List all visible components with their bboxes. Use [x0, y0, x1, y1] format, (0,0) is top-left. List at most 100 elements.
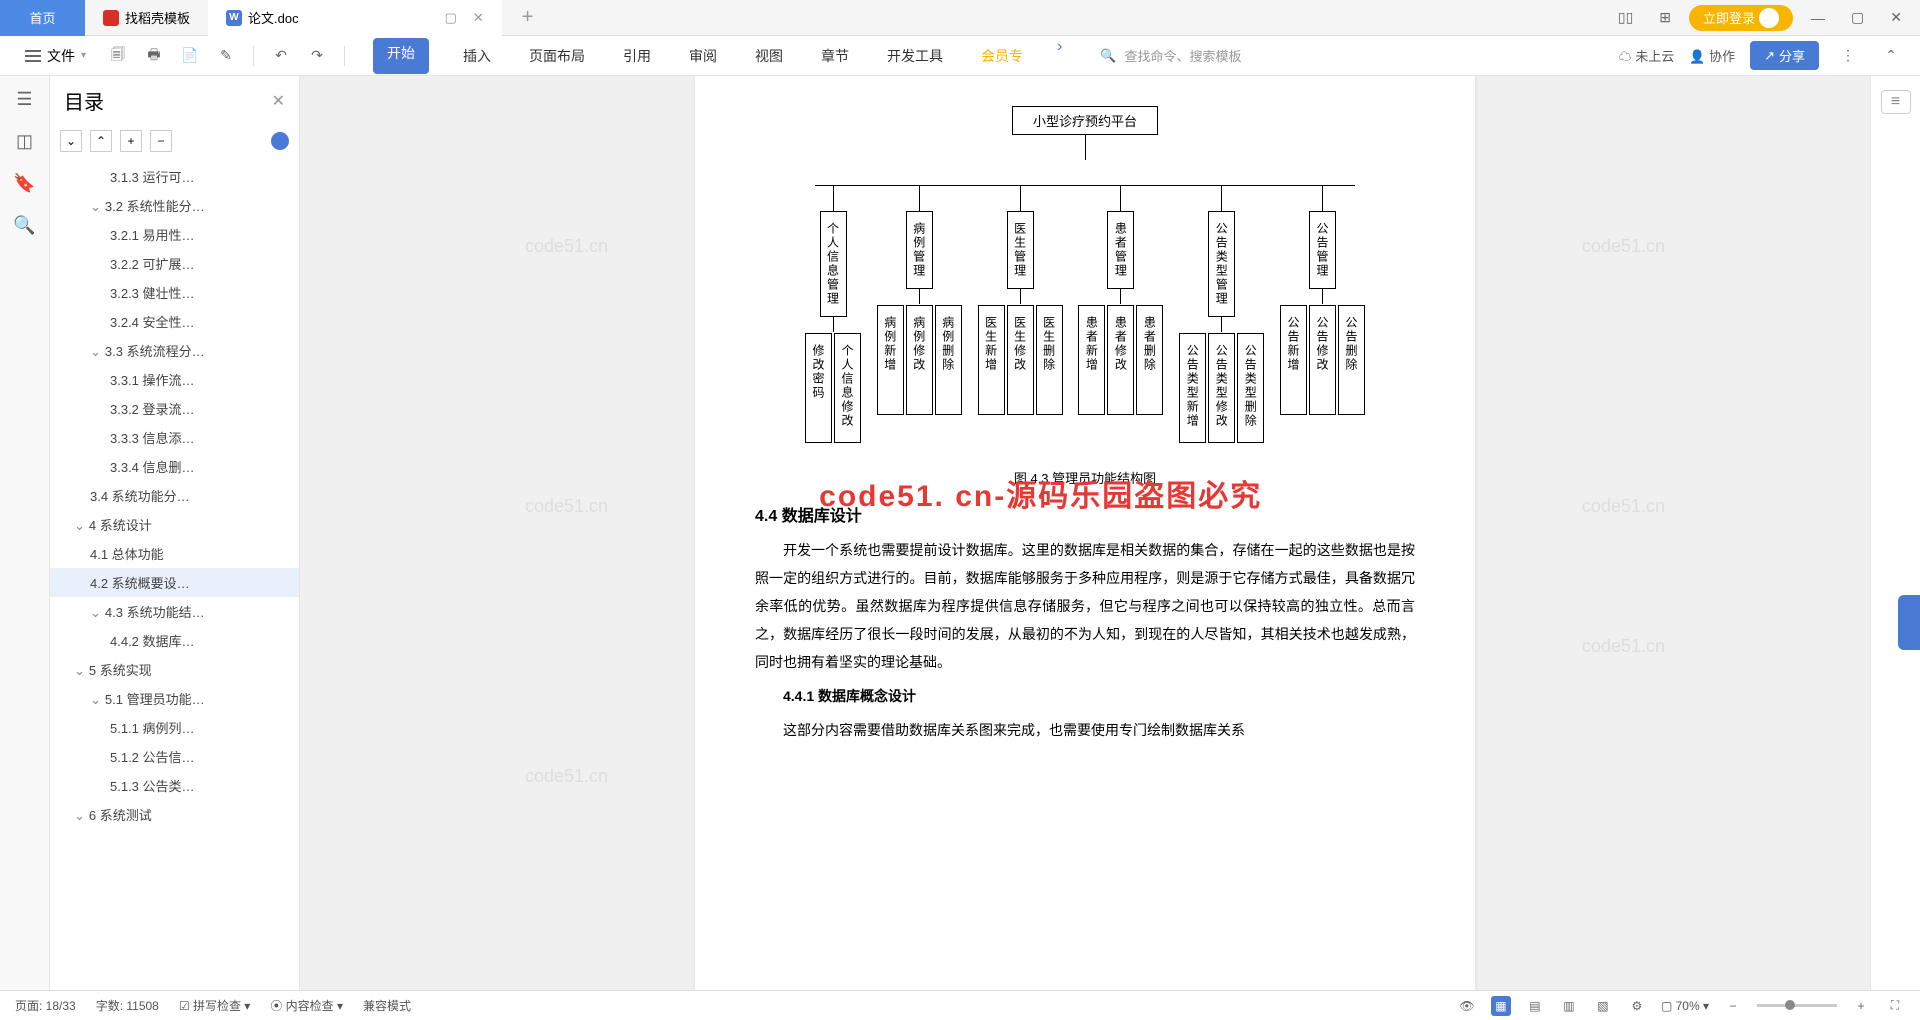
- tab-window-icon[interactable]: ▢: [445, 10, 457, 26]
- format-icon[interactable]: ✎: [212, 42, 240, 70]
- tab-ref[interactable]: 引用: [619, 38, 655, 74]
- compat-mode[interactable]: 兼容模式: [363, 997, 411, 1014]
- toc-item[interactable]: ⌄3.2 系统性能分…: [50, 191, 299, 220]
- undo-button[interactable]: ↶: [267, 42, 295, 70]
- login-button[interactable]: 立即登录: [1689, 5, 1793, 31]
- cloud-icon: ☁: [1619, 49, 1632, 64]
- more-icon[interactable]: ⋮: [1834, 42, 1862, 70]
- document-area[interactable]: 小型诊疗预约平台 个人信息管理修改密码个人信息修改病例管理病例新增病例修改病例删…: [300, 76, 1870, 990]
- tab-dev[interactable]: 开发工具: [883, 38, 947, 74]
- toc-item[interactable]: ⌄5 系统实现: [50, 655, 299, 684]
- toc-item[interactable]: 3.2.1 易用性…: [50, 220, 299, 249]
- sync-indicator[interactable]: [271, 132, 289, 150]
- chevron-right-icon[interactable]: ›: [1057, 38, 1062, 74]
- apps-icon[interactable]: ⊞: [1651, 5, 1679, 30]
- spellcheck-button[interactable]: ☑ 拼写检查 ▾: [179, 997, 250, 1014]
- minimize-button[interactable]: —: [1803, 6, 1833, 30]
- layout-icon[interactable]: ▯▯: [1610, 5, 1641, 30]
- cloud-status[interactable]: ☁ 未上云: [1619, 46, 1675, 65]
- collapse-icon[interactable]: ⌃: [1877, 42, 1905, 70]
- collapse-all-button[interactable]: ⌄: [60, 130, 82, 152]
- right-handle[interactable]: [1898, 595, 1920, 650]
- maximize-button[interactable]: ▢: [1843, 5, 1872, 30]
- save-icon[interactable]: 🗐: [104, 42, 132, 70]
- preview-icon[interactable]: 📄: [176, 42, 204, 70]
- document-page: 小型诊疗预约平台 个人信息管理修改密码个人信息修改病例管理病例新增病例修改病例删…: [695, 76, 1475, 990]
- page-indicator[interactable]: 页面: 18/33: [15, 997, 76, 1014]
- collab-button[interactable]: 👤 协作: [1689, 46, 1735, 65]
- tab-layout[interactable]: 页面布局: [525, 38, 589, 74]
- zoom-level[interactable]: ▢ 70% ▾: [1661, 999, 1709, 1013]
- close-button[interactable]: ✕: [1882, 5, 1910, 30]
- toc-item[interactable]: 4.1 总体功能: [50, 539, 299, 568]
- redo-button[interactable]: ↷: [303, 42, 331, 70]
- toc-item[interactable]: 4.2 系统概要设…: [50, 568, 299, 597]
- home-tab[interactable]: 首页: [0, 0, 85, 36]
- view-outline-icon[interactable]: ▤: [1525, 996, 1545, 1016]
- toc-item[interactable]: ⌄3.3 系统流程分…: [50, 336, 299, 365]
- close-panel-icon[interactable]: ✕: [272, 91, 285, 111]
- zoom-out-button[interactable]: −: [1723, 996, 1743, 1016]
- paragraph: 这部分内容需要借助数据库关系图来完成，也需要使用专门绘制数据库关系: [755, 716, 1415, 744]
- paragraph: 开发一个系统也需要提前设计数据库。这里的数据库是相关数据的集合，存储在一起的这些…: [755, 536, 1415, 676]
- toc-item[interactable]: 3.2.4 安全性…: [50, 307, 299, 336]
- toc-item[interactable]: 4.4.2 数据库…: [50, 626, 299, 655]
- close-icon[interactable]: ✕: [473, 10, 484, 26]
- zoom-slider[interactable]: [1757, 1004, 1837, 1007]
- toc-item[interactable]: 3.3.3 信息添…: [50, 423, 299, 452]
- toc-item[interactable]: 3.3.2 登录流…: [50, 394, 299, 423]
- word-icon: W: [226, 10, 242, 26]
- login-label: 立即登录: [1703, 8, 1755, 27]
- rail-outline-icon[interactable]: ☰: [14, 88, 36, 110]
- fullscreen-icon[interactable]: ⛶: [1885, 996, 1905, 1016]
- toc-item[interactable]: 3.3.1 操作流…: [50, 365, 299, 394]
- search-input[interactable]: 🔍 查找命令、搜索模板: [1100, 46, 1241, 65]
- print-icon[interactable]: 🖶: [140, 42, 168, 70]
- eye-icon[interactable]: 👁: [1457, 996, 1477, 1016]
- toc-item[interactable]: 3.2.3 健壮性…: [50, 278, 299, 307]
- toc-item[interactable]: 5.1.3 公告类…: [50, 771, 299, 800]
- search-icon: 🔍: [1100, 48, 1116, 64]
- toc-item[interactable]: 5.1.2 公告信…: [50, 742, 299, 771]
- rail-search-icon[interactable]: 🔍: [14, 214, 36, 236]
- tab-start[interactable]: 开始: [373, 38, 429, 74]
- share-button[interactable]: ↗ 分享: [1750, 41, 1819, 70]
- toc-item[interactable]: ⌄5.1 管理员功能…: [50, 684, 299, 713]
- diagram-root: 小型诊疗预约平台: [1012, 106, 1158, 135]
- menu-tabs: 开始 插入 页面布局 引用 审阅 视图 章节 开发工具 会员专 ›: [373, 38, 1062, 74]
- toc-item[interactable]: 3.2.2 可扩展…: [50, 249, 299, 278]
- toc-item[interactable]: ⌄6 系统测试: [50, 800, 299, 829]
- settings-icon[interactable]: ⚙: [1627, 996, 1647, 1016]
- view-read-icon[interactable]: ▧: [1593, 996, 1613, 1016]
- tab-document[interactable]: W 论文.doc ▢ ✕: [208, 0, 502, 36]
- expand-all-button[interactable]: ⌃: [90, 130, 112, 152]
- add-button[interactable]: +: [120, 130, 142, 152]
- word-count[interactable]: 字数: 11508: [96, 997, 159, 1014]
- tab-vip[interactable]: 会员专: [977, 38, 1027, 74]
- tab-section[interactable]: 章节: [817, 38, 853, 74]
- new-tab-button[interactable]: +: [522, 6, 534, 29]
- toc-item[interactable]: 3.3.4 信息删…: [50, 452, 299, 481]
- toc-item[interactable]: 3.1.3 运行可…: [50, 162, 299, 191]
- tab-insert[interactable]: 插入: [459, 38, 495, 74]
- content-check-button[interactable]: ⦿ 内容检查 ▾: [270, 997, 343, 1014]
- rail-nav-icon[interactable]: ◫: [14, 130, 36, 152]
- right-panel-toggle[interactable]: ≡: [1881, 90, 1911, 114]
- outline-title: 目录: [64, 86, 104, 115]
- toc-item[interactable]: ⌄4 系统设计: [50, 510, 299, 539]
- view-web-icon[interactable]: ▥: [1559, 996, 1579, 1016]
- file-menu[interactable]: 文件 ▾: [15, 41, 96, 71]
- chevron-down-icon: ▾: [81, 50, 86, 61]
- tab-view[interactable]: 视图: [751, 38, 787, 74]
- toc-item[interactable]: 3.4 系统功能分…: [50, 481, 299, 510]
- person-icon: 👤: [1689, 49, 1705, 64]
- zoom-in-button[interactable]: +: [1851, 996, 1871, 1016]
- tab-template[interactable]: 找稻壳模板: [85, 0, 208, 36]
- remove-button[interactable]: −: [150, 130, 172, 152]
- toc-item[interactable]: 5.1.1 病例列…: [50, 713, 299, 742]
- view-page-icon[interactable]: ▦: [1491, 996, 1511, 1016]
- rail-bookmark-icon[interactable]: 🔖: [14, 172, 36, 194]
- avatar-icon: [1759, 8, 1779, 28]
- tab-review[interactable]: 审阅: [685, 38, 721, 74]
- toc-item[interactable]: ⌄4.3 系统功能结…: [50, 597, 299, 626]
